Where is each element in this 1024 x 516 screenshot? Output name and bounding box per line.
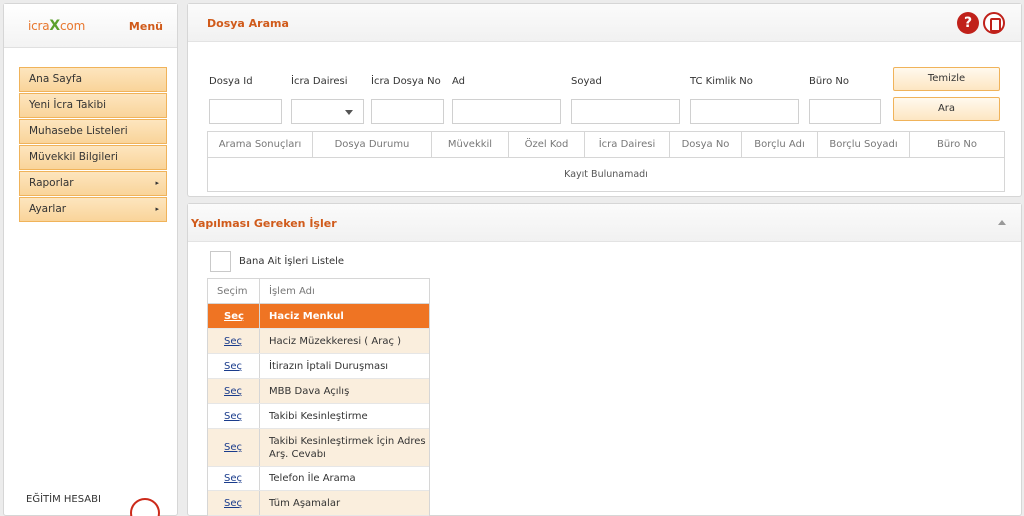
column-header[interactable]: Dosya No — [670, 132, 742, 157]
sidebar-item-label: Müvekkil Bilgileri — [29, 151, 118, 163]
select-link[interactable]: Seç — [208, 329, 260, 353]
task-name: Takibi Kesinleştirme — [269, 410, 368, 422]
logo-suffix: com — [60, 19, 86, 33]
app-root: icraXcom Menü Ana Sayfa Yeni İcra Takibi… — [0, 0, 1024, 516]
menu-label[interactable]: Menü — [129, 20, 163, 33]
table-row[interactable]: Seç İtirazın İptali Duruşması — [208, 354, 429, 379]
logout-icon[interactable] — [130, 498, 160, 516]
table-row[interactable]: Seç Telefon İle Arama — [208, 467, 429, 491]
buro-no-input[interactable] — [809, 99, 881, 124]
task-name: Haciz Menkul — [269, 310, 344, 322]
task-name: İtirazın İptali Duruşması — [269, 360, 389, 372]
search-panel-title: Dosya Arama — [207, 17, 289, 30]
sidebar-item-yeni-icra-takibi[interactable]: Yeni İcra Takibi — [19, 93, 167, 118]
sidebar-item-label: Muhasebe Listeleri — [29, 125, 128, 137]
task-name: Takibi Kesinleştirmek İçin Adres Arş. Ce… — [269, 435, 426, 460]
sidebar-item-label: Ayarlar — [29, 203, 67, 215]
sidebar-item-label: Ana Sayfa — [29, 73, 83, 85]
help-icon[interactable]: ? — [957, 12, 979, 34]
column-header[interactable]: Borçlu Soyadı — [818, 132, 910, 157]
table-row[interactable]: Seç Haciz Menkul — [208, 304, 429, 329]
tasks-header: Seçim İşlem Adı — [208, 279, 429, 304]
column-header[interactable]: Özel Kod — [509, 132, 585, 157]
table-row[interactable]: Seç Haciz Müzekkeresi ( Araç ) — [208, 329, 429, 354]
task-name: Telefon İle Arama — [269, 473, 356, 484]
sidebar-item-ana-sayfa[interactable]: Ana Sayfa — [19, 67, 167, 92]
sidebar-item-muvekkil-bilgileri[interactable]: Müvekkil Bilgileri — [19, 145, 167, 170]
clear-button[interactable]: Temizle — [893, 67, 1000, 91]
soyad-label: Soyad — [571, 76, 602, 87]
column-header[interactable]: İcra Dairesi — [585, 132, 670, 157]
sidebar-item-ayarlar[interactable]: Ayarlar ▸ — [19, 197, 167, 222]
icra-dosya-no-label: İcra Dosya No — [371, 76, 441, 87]
soyad-input[interactable] — [571, 99, 680, 124]
tc-kimlik-no-input[interactable] — [690, 99, 799, 124]
select-link[interactable]: Seç — [208, 379, 260, 403]
icra-dairesi-label: İcra Dairesi — [291, 76, 348, 87]
select-link[interactable]: Seç — [208, 304, 260, 328]
icra-dosya-no-input[interactable] — [371, 99, 444, 124]
dosya-id-input[interactable] — [209, 99, 282, 124]
sidebar-item-label: Yeni İcra Takibi — [29, 99, 107, 111]
tasks-panel-header: Yapılması Gereken İşler — [188, 204, 1021, 242]
ad-input[interactable] — [452, 99, 561, 124]
buro-no-label: Büro No — [809, 76, 849, 87]
select-link[interactable]: Seç — [208, 429, 260, 466]
my-tasks-checkbox-label: Bana Ait İşleri Listele — [239, 256, 345, 267]
logo-prefix: icra — [28, 19, 50, 33]
column-header[interactable]: Arama Sonuçları — [208, 132, 313, 157]
column-header[interactable]: Dosya Durumu — [313, 132, 432, 157]
tc-kimlik-no-label: TC Kimlik No — [690, 76, 753, 87]
ad-label: Ad — [452, 76, 466, 87]
tasks-panel: Yapılması Gereken İşler Bana Ait İşleri … — [187, 203, 1022, 516]
table-row[interactable]: Seç MBB Dava Açılış — [208, 379, 429, 404]
column-header[interactable]: Büro No — [910, 132, 1004, 157]
icra-dairesi-select[interactable] — [291, 99, 364, 124]
column-header[interactable]: Müvekkil — [432, 132, 509, 157]
task-name: MBB Dava Açılış — [269, 385, 350, 397]
empty-results-message: Kayıt Bulunamadı — [564, 169, 648, 180]
task-name: Tüm Aşamalar — [269, 497, 341, 509]
name-column-header: İşlem Adı — [269, 286, 315, 297]
dosya-id-label: Dosya Id — [209, 76, 253, 87]
chevron-right-icon: ▸ — [155, 179, 159, 187]
sidebar-header: icraXcom Menü — [4, 4, 177, 48]
sidebar-item-muhasebe-listeleri[interactable]: Muhasebe Listeleri — [19, 119, 167, 144]
sidebar-menu: Ana Sayfa Yeni İcra Takibi Muhasebe List… — [19, 67, 167, 223]
select-column-header: Seçim — [208, 279, 260, 303]
results-table: Arama Sonuçları Dosya Durumu Müvekkil Öz… — [207, 131, 1005, 192]
account-label: EĞİTİM HESABI — [26, 494, 101, 505]
select-link[interactable]: Seç — [208, 404, 260, 428]
column-header[interactable]: Borçlu Adı — [742, 132, 818, 157]
select-link[interactable]: Seç — [208, 354, 260, 378]
select-link[interactable]: Seç — [208, 491, 260, 515]
tasks-panel-title: Yapılması Gereken İşler — [191, 217, 337, 230]
search-panel: Dosya Arama ? Dosya Id İcra Dairesi İcra… — [187, 3, 1022, 197]
logo-x: X — [49, 18, 61, 34]
task-name: Haciz Müzekkeresi ( Araç ) — [269, 335, 402, 347]
search-panel-header: Dosya Arama ? — [188, 4, 1021, 42]
select-link[interactable]: Seç — [208, 467, 260, 490]
tasks-table: Seçim İşlem Adı Seç Haciz Menkul Seç Hac… — [207, 278, 430, 516]
table-row[interactable]: Seç Takibi Kesinleştirme — [208, 404, 429, 429]
table-row[interactable]: Seç Tüm Aşamalar — [208, 491, 429, 516]
table-row[interactable]: Seç Takibi Kesinleştirmek İçin Adres Arş… — [208, 429, 429, 467]
logo[interactable]: icraXcom — [28, 18, 85, 34]
sidebar-item-raporlar[interactable]: Raporlar ▸ — [19, 171, 167, 196]
sidebar: icraXcom Menü Ana Sayfa Yeni İcra Takibi… — [3, 3, 178, 516]
exit-icon[interactable] — [983, 12, 1005, 34]
my-tasks-checkbox[interactable] — [210, 251, 231, 272]
search-button[interactable]: Ara — [893, 97, 1000, 121]
results-header: Arama Sonuçları Dosya Durumu Müvekkil Öz… — [208, 132, 1004, 158]
chevron-right-icon: ▸ — [155, 205, 159, 213]
chevron-down-icon — [345, 110, 353, 115]
collapse-icon[interactable] — [998, 220, 1006, 225]
sidebar-item-label: Raporlar — [29, 177, 74, 189]
